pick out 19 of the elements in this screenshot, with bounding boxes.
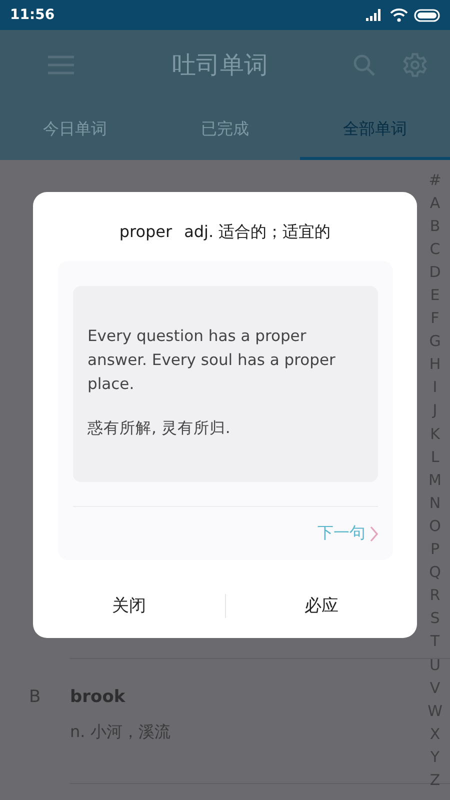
app-title: 吐司单词: [171, 50, 269, 81]
dialog-button[interactable]: 必应: [226, 586, 417, 625]
chinese-sentence: 惑有所解, 灵有所归.: [88, 418, 232, 439]
dialog-definition: adj. 适合的；适宜的: [184, 222, 331, 243]
settings-icon[interactable]: [402, 52, 428, 78]
tab[interactable]: 今日单词: [0, 100, 150, 160]
index-letter[interactable]: #: [428, 168, 442, 192]
english-sentence: Every question has a proper answer. Every soul has a proper place.: [88, 326, 336, 395]
menu-icon[interactable]: [48, 55, 74, 75]
word: brook: [70, 687, 126, 707]
dialog-word: proper: [119, 222, 172, 243]
dialog-button[interactable]: 关闭: [33, 586, 224, 625]
status-time: 11:56: [10, 7, 55, 23]
wifi-icon: [390, 8, 408, 22]
battery-icon: [414, 8, 440, 22]
search-icon[interactable]: [352, 53, 376, 77]
chevron-right-icon: [370, 526, 378, 542]
tab[interactable]: 已完成: [150, 100, 300, 160]
next-sentence-button[interactable]: 下一句: [318, 523, 378, 544]
